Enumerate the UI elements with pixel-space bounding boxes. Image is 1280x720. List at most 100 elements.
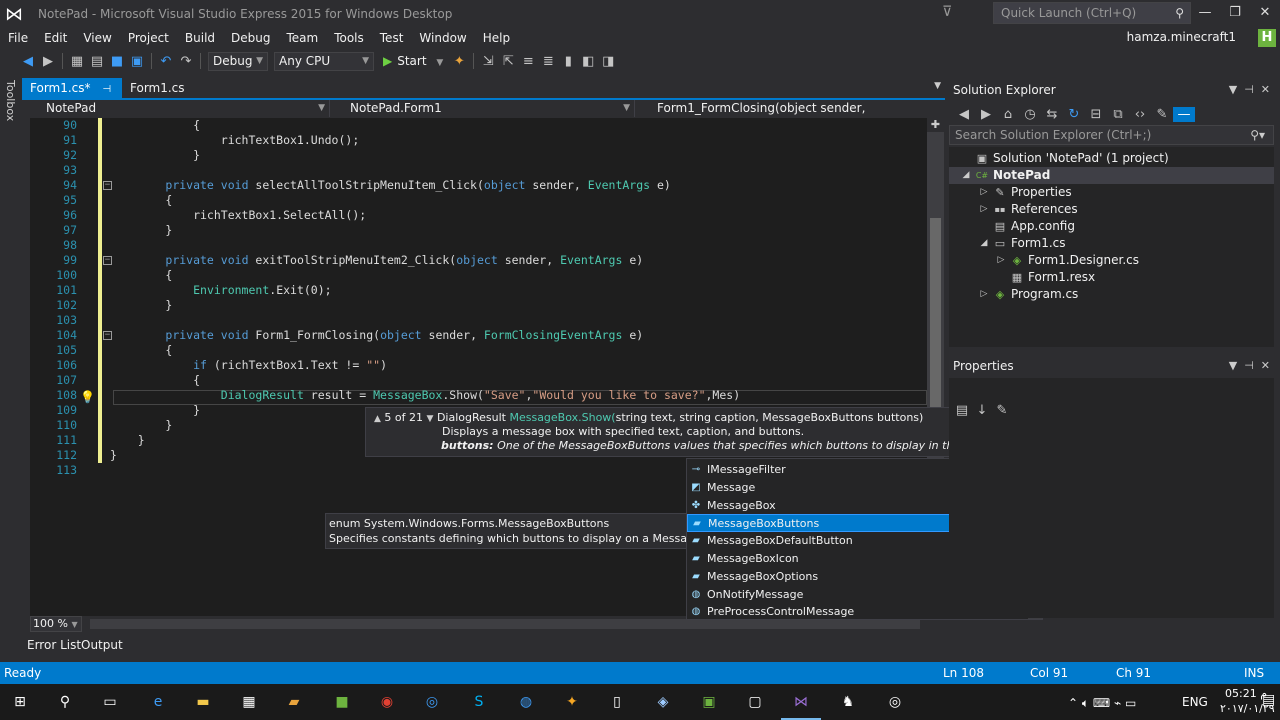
bookmark-prev-icon[interactable]: ◧ bbox=[578, 54, 598, 69]
project-dropdown[interactable]: NotePad ▼ bbox=[30, 100, 330, 117]
step-over-icon[interactable]: ⇱ bbox=[498, 54, 518, 69]
view-code-icon[interactable]: ‹› bbox=[1129, 107, 1151, 122]
redo-icon[interactable]: ↷ bbox=[176, 54, 196, 69]
browse-icon[interactable]: ✦ bbox=[449, 54, 469, 69]
visual-studio-icon[interactable]: ⋈ bbox=[781, 690, 821, 720]
alphabetical-icon[interactable]: ↓ bbox=[972, 403, 992, 418]
menu-build[interactable]: Build bbox=[177, 28, 223, 48]
code-line[interactable]: 104 private void Form1_FormClosing(objec… bbox=[30, 328, 927, 343]
search-icon[interactable]: ⚲ bbox=[53, 690, 77, 714]
code-line[interactable]: 99 private void exitToolStripMenuItem2_C… bbox=[30, 253, 927, 268]
collapse-outline-icon[interactable]: − bbox=[103, 256, 112, 265]
tree-item[interactable]: ▷ ◈ Program.cs bbox=[949, 286, 1274, 303]
menu-team[interactable]: Team bbox=[278, 28, 326, 48]
tray-icons[interactable]: ⌃ 🔈︎ ⌨ ⌁ ▭ bbox=[1068, 696, 1136, 711]
tree-item[interactable]: ▷ ✎ Properties bbox=[949, 184, 1274, 201]
collapsed-arrow-icon[interactable]: ▷ bbox=[996, 252, 1006, 269]
windows-start-icon[interactable]: ⊞ bbox=[8, 690, 32, 714]
photos-icon[interactable]: ◎ bbox=[420, 690, 444, 714]
code-line[interactable]: 108 DialogResult result = MessageBox.Sho… bbox=[30, 388, 927, 403]
file-explorer-icon[interactable]: ▬ bbox=[191, 690, 215, 714]
categorized-icon[interactable]: ▤ bbox=[952, 403, 972, 418]
menu-window[interactable]: Window bbox=[411, 28, 474, 48]
home-icon[interactable]: ⌂ bbox=[997, 107, 1019, 122]
minimize-button[interactable]: — bbox=[1190, 3, 1220, 23]
property-pages-icon[interactable]: ✎ bbox=[992, 403, 1012, 418]
menu-help[interactable]: Help bbox=[475, 28, 518, 48]
outdent-icon[interactable]: ≣ bbox=[538, 54, 558, 69]
solution-config-select[interactable]: Debug ▼ bbox=[208, 51, 268, 71]
back-icon[interactable]: ◀ bbox=[953, 107, 975, 122]
close-button[interactable]: ✕ bbox=[1250, 3, 1280, 23]
arrow-up-icon[interactable]: ▲ bbox=[374, 414, 381, 424]
code-line[interactable]: 95 { bbox=[30, 193, 927, 208]
edge-icon[interactable]: e bbox=[146, 690, 170, 714]
code-line[interactable]: 97 } bbox=[30, 223, 927, 238]
code-line[interactable]: 98 bbox=[30, 238, 927, 253]
search-icon[interactable]: ⚲ bbox=[1175, 3, 1184, 23]
code-line[interactable]: 94 private void selectAllToolStripMenuIt… bbox=[30, 178, 927, 193]
tree-item[interactable]: ◢ ▭ Form1.cs bbox=[949, 235, 1274, 252]
recorder-icon[interactable]: ✦ bbox=[560, 690, 584, 714]
quick-launch-input[interactable]: Quick Launch (Ctrl+Q) ⚲ bbox=[993, 2, 1191, 24]
code-line[interactable]: 92 } bbox=[30, 148, 927, 163]
collapsed-arrow-icon[interactable]: ▷ bbox=[979, 184, 989, 201]
undo-icon[interactable]: ↶ bbox=[156, 54, 176, 69]
user-name[interactable]: hamza.minecraft1 bbox=[1127, 30, 1236, 44]
search-icon[interactable]: ⚲▾ bbox=[1250, 126, 1265, 144]
bookmark-next-icon[interactable]: ◨ bbox=[598, 54, 618, 69]
code-line[interactable]: 96 richTextBox1.SelectAll(); bbox=[30, 208, 927, 223]
chrome-icon[interactable]: ◉ bbox=[375, 690, 399, 714]
code-line[interactable]: 102 } bbox=[30, 298, 927, 313]
skype-icon[interactable]: S bbox=[467, 690, 491, 714]
browser-icon[interactable]: ◍ bbox=[514, 690, 538, 714]
collapse-outline-icon[interactable]: − bbox=[103, 331, 112, 340]
panel-controls[interactable]: ▼ ⊣ ✕ bbox=[1229, 356, 1270, 376]
properties-wrench-icon[interactable]: ✎ bbox=[1151, 107, 1173, 122]
preview-icon[interactable]: — bbox=[1173, 106, 1195, 122]
step-into-icon[interactable]: ⇲ bbox=[478, 54, 498, 69]
sync-icon[interactable]: ⇆ bbox=[1041, 107, 1063, 122]
collapse-all-icon[interactable]: ⊟ bbox=[1085, 107, 1107, 122]
cube-icon[interactable]: ◈ bbox=[651, 690, 675, 714]
expanded-arrow-icon[interactable]: ◢ bbox=[961, 167, 971, 184]
notification-filter-icon[interactable]: ⊽ bbox=[942, 4, 952, 20]
open-folder-icon[interactable]: ▤ bbox=[87, 54, 107, 69]
pending-changes-icon[interactable]: ◷ bbox=[1019, 107, 1041, 122]
terminal-icon[interactable]: ▣ bbox=[697, 690, 721, 714]
tree-item[interactable]: ◢ C# NotePad bbox=[949, 167, 1274, 184]
menu-tools[interactable]: Tools bbox=[326, 28, 372, 48]
platform-select[interactable]: Any CPU ▼ bbox=[274, 51, 374, 71]
menu-test[interactable]: Test bbox=[372, 28, 412, 48]
indent-icon[interactable]: ≡ bbox=[518, 54, 538, 69]
tab-output[interactable]: Output bbox=[81, 638, 123, 652]
folder-icon[interactable]: ▰ bbox=[282, 690, 306, 714]
refresh-icon[interactable]: ↻ bbox=[1063, 107, 1085, 122]
panel-controls[interactable]: ▼ ⊣ ✕ bbox=[1229, 80, 1270, 100]
solution-explorer-search[interactable]: Search Solution Explorer (Ctrl+;) ⚲▾ bbox=[949, 125, 1274, 145]
start-button[interactable]: ▶ Start ▼ bbox=[383, 54, 443, 68]
menu-debug[interactable]: Debug bbox=[223, 28, 278, 48]
code-line[interactable]: 103 bbox=[30, 313, 927, 328]
tree-item[interactable]: ▦ Form1.resx bbox=[949, 269, 1274, 286]
arrow-down-icon[interactable]: ▼ bbox=[427, 414, 434, 424]
tab-form1-cs[interactable]: Form1.cs* ⊣ ✕ bbox=[22, 78, 122, 117]
menu-view[interactable]: View bbox=[75, 28, 119, 48]
tab-form1-design[interactable]: Form1.cs [Design]* bbox=[122, 78, 242, 116]
code-line[interactable]: 107 { bbox=[30, 373, 927, 388]
restore-button[interactable]: ❐ bbox=[1220, 3, 1250, 23]
save-all-icon[interactable]: ▣ bbox=[127, 54, 147, 69]
app-circle-icon[interactable]: ◎ bbox=[883, 690, 907, 714]
back-icon[interactable]: ◀ bbox=[18, 54, 38, 69]
app-icon[interactable]: ♞ bbox=[836, 690, 860, 714]
clock-time[interactable]: 05:21 م bbox=[1225, 687, 1267, 700]
vs-logo-icon[interactable]: ⋈ bbox=[0, 0, 28, 28]
tab-overflow-icon[interactable]: ▼ bbox=[934, 81, 941, 91]
code-line[interactable]: 100 { bbox=[30, 268, 927, 283]
zoom-select[interactable]: 100 % ▼ bbox=[30, 616, 82, 632]
bookmark-icon[interactable]: ▮ bbox=[558, 54, 578, 69]
member-dropdown[interactable]: Form1_FormClosing(object sender, FormClo… bbox=[635, 100, 943, 132]
toolbox-tab[interactable]: Toolbox bbox=[4, 80, 17, 121]
tab-error-list[interactable]: Error List bbox=[27, 638, 81, 652]
tree-item[interactable]: ▷ ◈ Form1.Designer.cs bbox=[949, 252, 1274, 269]
